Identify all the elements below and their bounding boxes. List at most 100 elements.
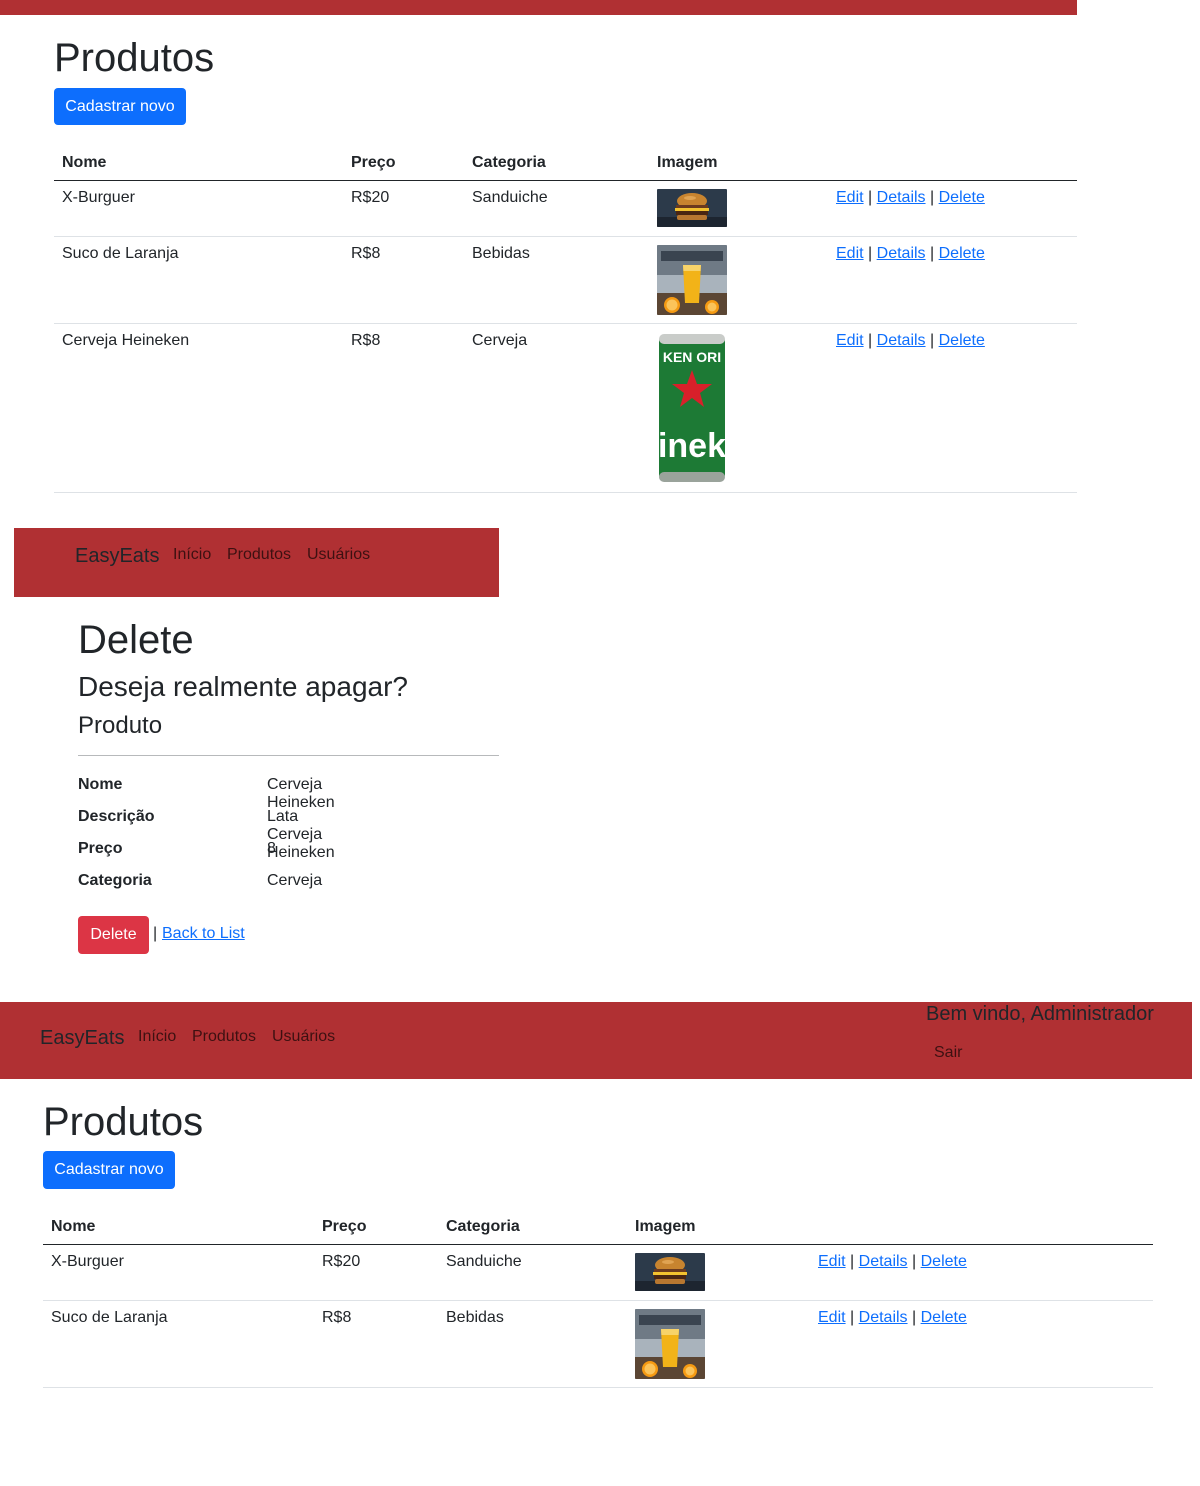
separator: |: [930, 189, 935, 206]
table-header: Nome Preço Categoria Imagem: [43, 1209, 1153, 1245]
delete-link[interactable]: Delete: [939, 245, 985, 262]
back-to-list-link[interactable]: Back to List: [162, 925, 245, 943]
row-actions: Edit | Details | Delete: [828, 236, 1077, 324]
page-title: Produtos: [43, 1100, 204, 1144]
nav-item-inicio[interactable]: Início: [138, 1028, 176, 1046]
delete-button[interactable]: Delete: [78, 916, 149, 954]
separator: |: [868, 332, 873, 349]
delete-link[interactable]: Delete: [939, 332, 985, 349]
edit-link[interactable]: Edit: [818, 1309, 846, 1326]
details-link[interactable]: Details: [877, 332, 926, 349]
separator: |: [850, 1253, 855, 1270]
details-list: Nome Cerveja Heineken Descrição Lata Cer…: [78, 776, 499, 904]
details-link[interactable]: Details: [859, 1309, 908, 1326]
delete-link[interactable]: Delete: [921, 1253, 967, 1270]
delete-link[interactable]: Delete: [939, 189, 985, 206]
delete-link[interactable]: Delete: [921, 1309, 967, 1326]
product-price: R$20: [314, 1244, 438, 1301]
product-category: Sanduiche: [438, 1244, 627, 1301]
row-actions: Edit | Details | Delete: [810, 1300, 1153, 1388]
separator: |: [153, 925, 158, 942]
product-category: Bebidas: [438, 1300, 627, 1388]
column-header-actions: [810, 1209, 1153, 1245]
heineken-can-image: [657, 332, 727, 484]
table-row: X-Burguer R$20 Sanduiche Edit | Details …: [43, 1244, 1153, 1301]
page-title: Delete: [78, 618, 194, 662]
create-new-button[interactable]: Cadastrar novo: [54, 88, 186, 125]
detail-label: Descrição: [78, 808, 155, 825]
products-table: Nome Preço Categoria Imagem X-Burguer R$…: [43, 1209, 1153, 1388]
logout-link[interactable]: Sair: [934, 1044, 962, 1062]
product-name: X-Burguer: [43, 1244, 314, 1301]
detail-label: Categoria: [78, 872, 152, 889]
detail-value: Cerveja Heineken: [267, 776, 335, 811]
table-row: Cerveja Heineken R$8 Cerveja Edit | Deta…: [54, 323, 1077, 493]
column-header-name: Nome: [43, 1209, 314, 1245]
details-link[interactable]: Details: [859, 1253, 908, 1270]
detail-value: 8: [267, 840, 276, 857]
separator: |: [868, 189, 873, 206]
burger-image: [657, 189, 727, 227]
table-row: Suco de Laranja R$8 Bebidas Edit | Detai…: [43, 1300, 1153, 1388]
divider: [78, 755, 499, 756]
nav-item-inicio[interactable]: Início: [173, 546, 211, 564]
edit-link[interactable]: Edit: [836, 189, 864, 206]
navbar-strip: [0, 0, 1077, 15]
table-row: Suco de Laranja R$8 Bebidas Edit | Detai…: [54, 236, 1077, 324]
edit-link[interactable]: Edit: [818, 1253, 846, 1270]
product-category: Sanduiche: [464, 180, 649, 237]
detail-label: Nome: [78, 776, 123, 793]
column-header-price: Preço: [343, 145, 464, 181]
row-actions: Edit | Details | Delete: [828, 323, 1077, 493]
orange-juice-image: [657, 245, 727, 315]
welcome-message: Bem vindo, Administrador: [926, 1003, 1154, 1025]
separator: |: [912, 1309, 917, 1326]
product-category: Cerveja: [464, 323, 649, 493]
brand-logo[interactable]: EasyEats: [40, 1027, 124, 1050]
column-header-category: Categoria: [464, 145, 649, 181]
product-name: Suco de Laranja: [54, 236, 343, 324]
edit-link[interactable]: Edit: [836, 245, 864, 262]
detail-value: Lata Cerveja Heineken: [267, 808, 335, 861]
details-link[interactable]: Details: [877, 189, 926, 206]
brand-logo[interactable]: EasyEats: [75, 545, 159, 568]
separator: |: [912, 1253, 917, 1270]
column-header-name: Nome: [54, 145, 343, 181]
detail-label: Preço: [78, 840, 123, 857]
nav-item-produtos[interactable]: Produtos: [227, 546, 291, 564]
navbar: EasyEats Início Produtos Usuários Bem vi…: [0, 1002, 1192, 1079]
burger-image: [635, 1253, 705, 1291]
product-price: R$20: [343, 180, 464, 237]
column-header-image: Imagem: [649, 145, 828, 181]
nav-item-usuarios[interactable]: Usuários: [307, 546, 370, 564]
column-header-actions: [828, 145, 1077, 181]
product-price: R$8: [343, 323, 464, 493]
detail-value: Cerveja: [267, 872, 323, 889]
edit-link[interactable]: Edit: [836, 332, 864, 349]
confirm-question: Deseja realmente apagar?: [78, 671, 408, 702]
section-subtitle: Produto: [78, 712, 163, 739]
column-header-price: Preço: [314, 1209, 438, 1245]
table-row: X-Burguer R$20 Sanduiche Edit | Details …: [54, 180, 1077, 237]
product-price: R$8: [314, 1300, 438, 1388]
nav-item-usuarios[interactable]: Usuários: [272, 1028, 335, 1046]
product-price: R$8: [343, 236, 464, 324]
column-header-image: Imagem: [627, 1209, 810, 1245]
table-header: Nome Preço Categoria Imagem: [54, 145, 1077, 181]
product-name: Suco de Laranja: [43, 1300, 314, 1388]
create-new-button[interactable]: Cadastrar novo: [43, 1151, 175, 1189]
separator: |: [930, 245, 935, 262]
row-actions: Edit | Details | Delete: [828, 180, 1077, 237]
product-name: X-Burguer: [54, 180, 343, 237]
column-header-category: Categoria: [438, 1209, 627, 1245]
details-link[interactable]: Details: [877, 245, 926, 262]
nav-item-produtos[interactable]: Produtos: [192, 1028, 256, 1046]
separator: |: [850, 1309, 855, 1326]
orange-juice-image: [635, 1309, 705, 1379]
row-actions: Edit | Details | Delete: [810, 1244, 1153, 1301]
product-category: Bebidas: [464, 236, 649, 324]
navbar: EasyEats Início Produtos Usuários: [14, 528, 499, 597]
product-name: Cerveja Heineken: [54, 323, 343, 493]
separator: |: [868, 245, 873, 262]
page-title: Produtos: [54, 36, 215, 80]
